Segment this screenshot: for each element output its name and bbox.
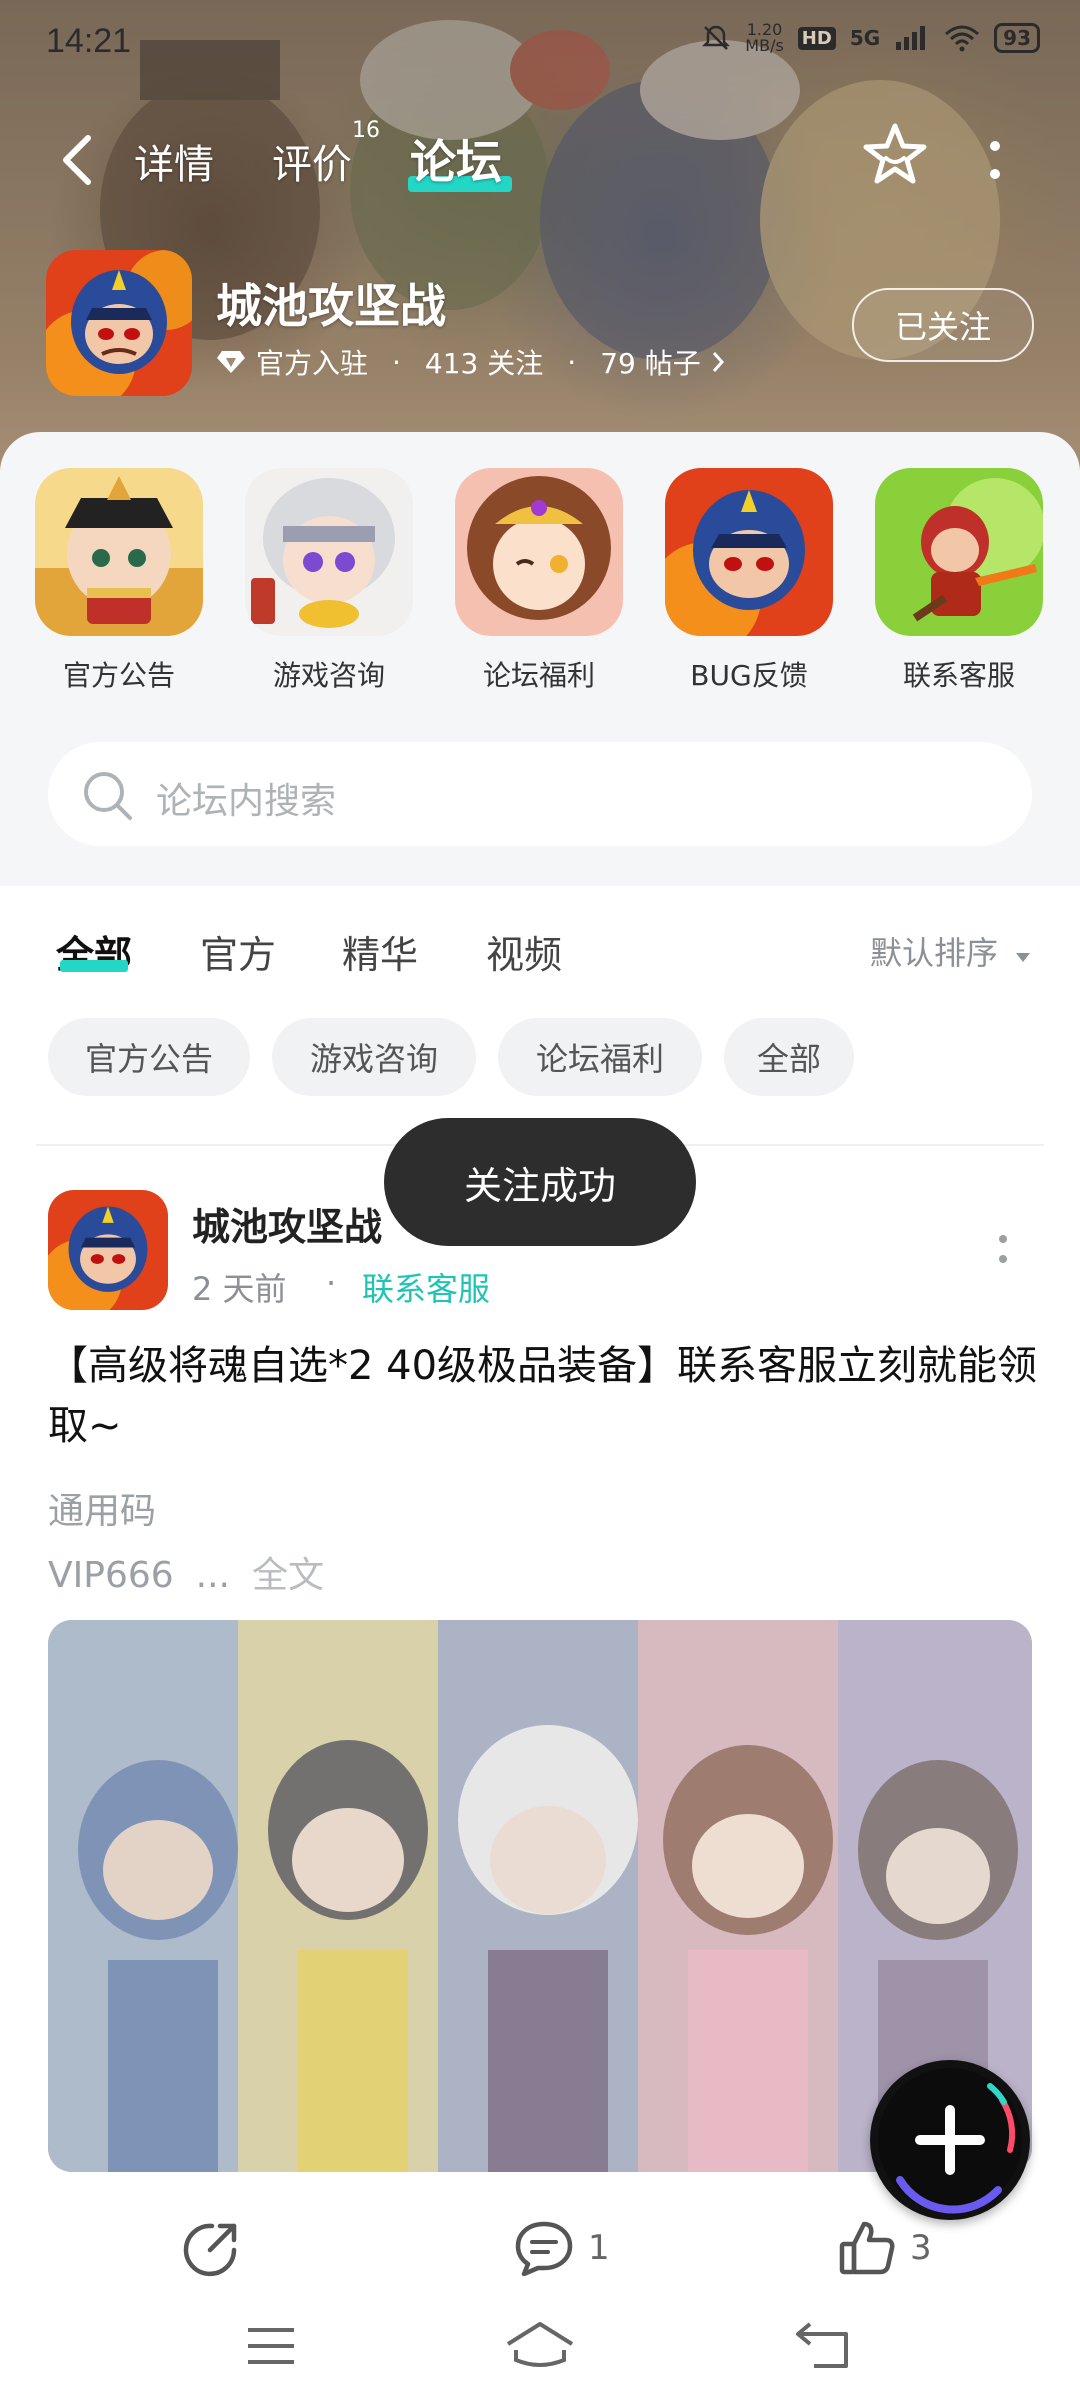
status-bar: 14:21 1.20 MB/s HD 5G 93 — [0, 0, 1080, 80]
shortcut-game-consult[interactable]: 游戏咨询 — [244, 468, 414, 694]
shortcut-label: 官方公告 — [62, 659, 175, 692]
menu-icon[interactable] — [244, 2324, 298, 2368]
status-icons: 1.20 MB/s HD 5G 93 — [701, 22, 1040, 54]
signal-icon — [896, 26, 926, 50]
consult-avatar-icon — [245, 468, 413, 636]
followers-count: 413 关注 — [424, 347, 544, 380]
follow-success-toast: 关注成功 — [384, 1118, 696, 1246]
read-full-link[interactable]: 全文 — [252, 1555, 324, 1596]
ellipsis: ... — [195, 1555, 231, 1596]
post-more-icon[interactable] — [998, 1234, 1008, 1264]
game-meta: 官方入驻 · 413 关注 · 79 帖子 — [216, 342, 725, 382]
reviews-count-badge: 16 — [352, 118, 380, 143]
shortcut-bug-report[interactable]: BUG反馈 — [664, 468, 834, 694]
chip-game-consult[interactable]: 游戏咨询 — [272, 1018, 476, 1096]
mute-icon — [702, 25, 731, 50]
filter-tab-official[interactable]: 官方 — [200, 924, 276, 979]
comment-button[interactable]: 1 — [514, 2220, 610, 2276]
tab-reviews[interactable]: 评价 — [272, 132, 352, 190]
thumbs-up-icon — [839, 2221, 895, 2275]
benefits-avatar-icon — [455, 468, 623, 636]
caret-down-icon — [1016, 953, 1031, 962]
game-title: 城池攻坚战 — [216, 279, 446, 333]
like-button[interactable]: 3 — [838, 2220, 932, 2276]
official-label: 官方入驻 — [256, 347, 369, 380]
shortcut-label: 游戏咨询 — [272, 659, 385, 692]
share-button[interactable] — [182, 2220, 254, 2278]
shortcut-label: BUG反馈 — [690, 659, 808, 692]
hd-badge: HD — [797, 26, 836, 50]
system-navigation-bar — [0, 2300, 1080, 2408]
search-input[interactable]: 论坛内搜索 — [156, 772, 336, 824]
chip-announcements[interactable]: 官方公告 — [48, 1018, 250, 1096]
status-time: 14:21 — [46, 22, 132, 60]
tab-forum[interactable]: 论坛 — [410, 126, 502, 192]
diamond-icon — [217, 351, 245, 373]
signal-label: 5G — [849, 26, 881, 50]
meta-separator: · — [326, 1264, 337, 1302]
author-name[interactable]: 城池攻坚战 — [192, 1196, 382, 1251]
top-nav: 详情 评价 16 论坛 — [0, 118, 1080, 200]
filter-tab-indicator — [60, 960, 128, 972]
shortcut-announcements[interactable]: 官方公告 — [34, 468, 204, 694]
back-arrow-icon[interactable] — [58, 132, 98, 188]
plus-icon — [878, 2068, 1022, 2214]
following-button[interactable]: 已关注 — [852, 288, 1034, 362]
posts-count[interactable]: 79 帖子 — [600, 342, 701, 382]
share-icon — [183, 2223, 237, 2277]
filter-tab-featured[interactable]: 精华 — [342, 924, 418, 979]
battery-icon: 93 — [994, 23, 1040, 53]
create-post-button[interactable] — [870, 2060, 1030, 2220]
post-code: VIP666 — [48, 1555, 174, 1596]
game-icon — [46, 250, 192, 396]
sort-dropdown[interactable]: 默认排序 — [870, 928, 1032, 974]
favorite-star-icon[interactable] — [860, 120, 930, 190]
shortcut-forum-benefits[interactable]: 论坛福利 — [454, 468, 624, 694]
announcement-avatar-icon — [35, 468, 203, 636]
author-avatar[interactable] — [48, 1190, 168, 1310]
chip-forum-benefits[interactable]: 论坛福利 — [498, 1018, 702, 1096]
comment-count: 1 — [588, 2228, 610, 2268]
back-icon[interactable] — [794, 2320, 854, 2372]
wifi-icon — [945, 25, 980, 52]
shortcut-label: 论坛福利 — [482, 659, 595, 692]
post-time: 2 天前 — [192, 1270, 287, 1308]
tab-details[interactable]: 详情 — [134, 132, 214, 190]
comment-icon — [515, 2221, 573, 2276]
forum-search-bar[interactable]: 论坛内搜索 — [48, 742, 1032, 846]
network-speed: 1.20 MB/s — [745, 20, 784, 55]
search-icon — [84, 772, 132, 820]
forum-shortcuts-panel: 官方公告 游戏咨询 论坛福利 BUG反馈 联系客服 论坛内搜索 — [0, 432, 1080, 886]
chip-all[interactable]: 全部 — [724, 1018, 854, 1096]
support-avatar-icon — [875, 468, 1043, 636]
post-body-line: VIP666... 全文 — [48, 1546, 324, 1598]
like-count: 3 — [910, 2228, 932, 2268]
home-icon[interactable] — [504, 2320, 576, 2370]
sort-label: 默认排序 — [870, 934, 999, 972]
post-title[interactable]: 【高级将魂自选*2 40级极品装备】联系客服立刻就能领取~ — [48, 1336, 1038, 1456]
filter-tab-video[interactable]: 视频 — [486, 924, 562, 979]
bug-report-avatar-icon — [665, 468, 833, 636]
shortcut-label: 联系客服 — [902, 659, 1015, 692]
chevron-right-icon — [712, 352, 724, 372]
shortcut-contact-support[interactable]: 联系客服 — [874, 468, 1044, 694]
more-options-icon[interactable] — [988, 138, 1002, 182]
post-body-line: 通用码 — [48, 1491, 157, 1532]
post-category-link[interactable]: 联系客服 — [362, 1264, 490, 1310]
